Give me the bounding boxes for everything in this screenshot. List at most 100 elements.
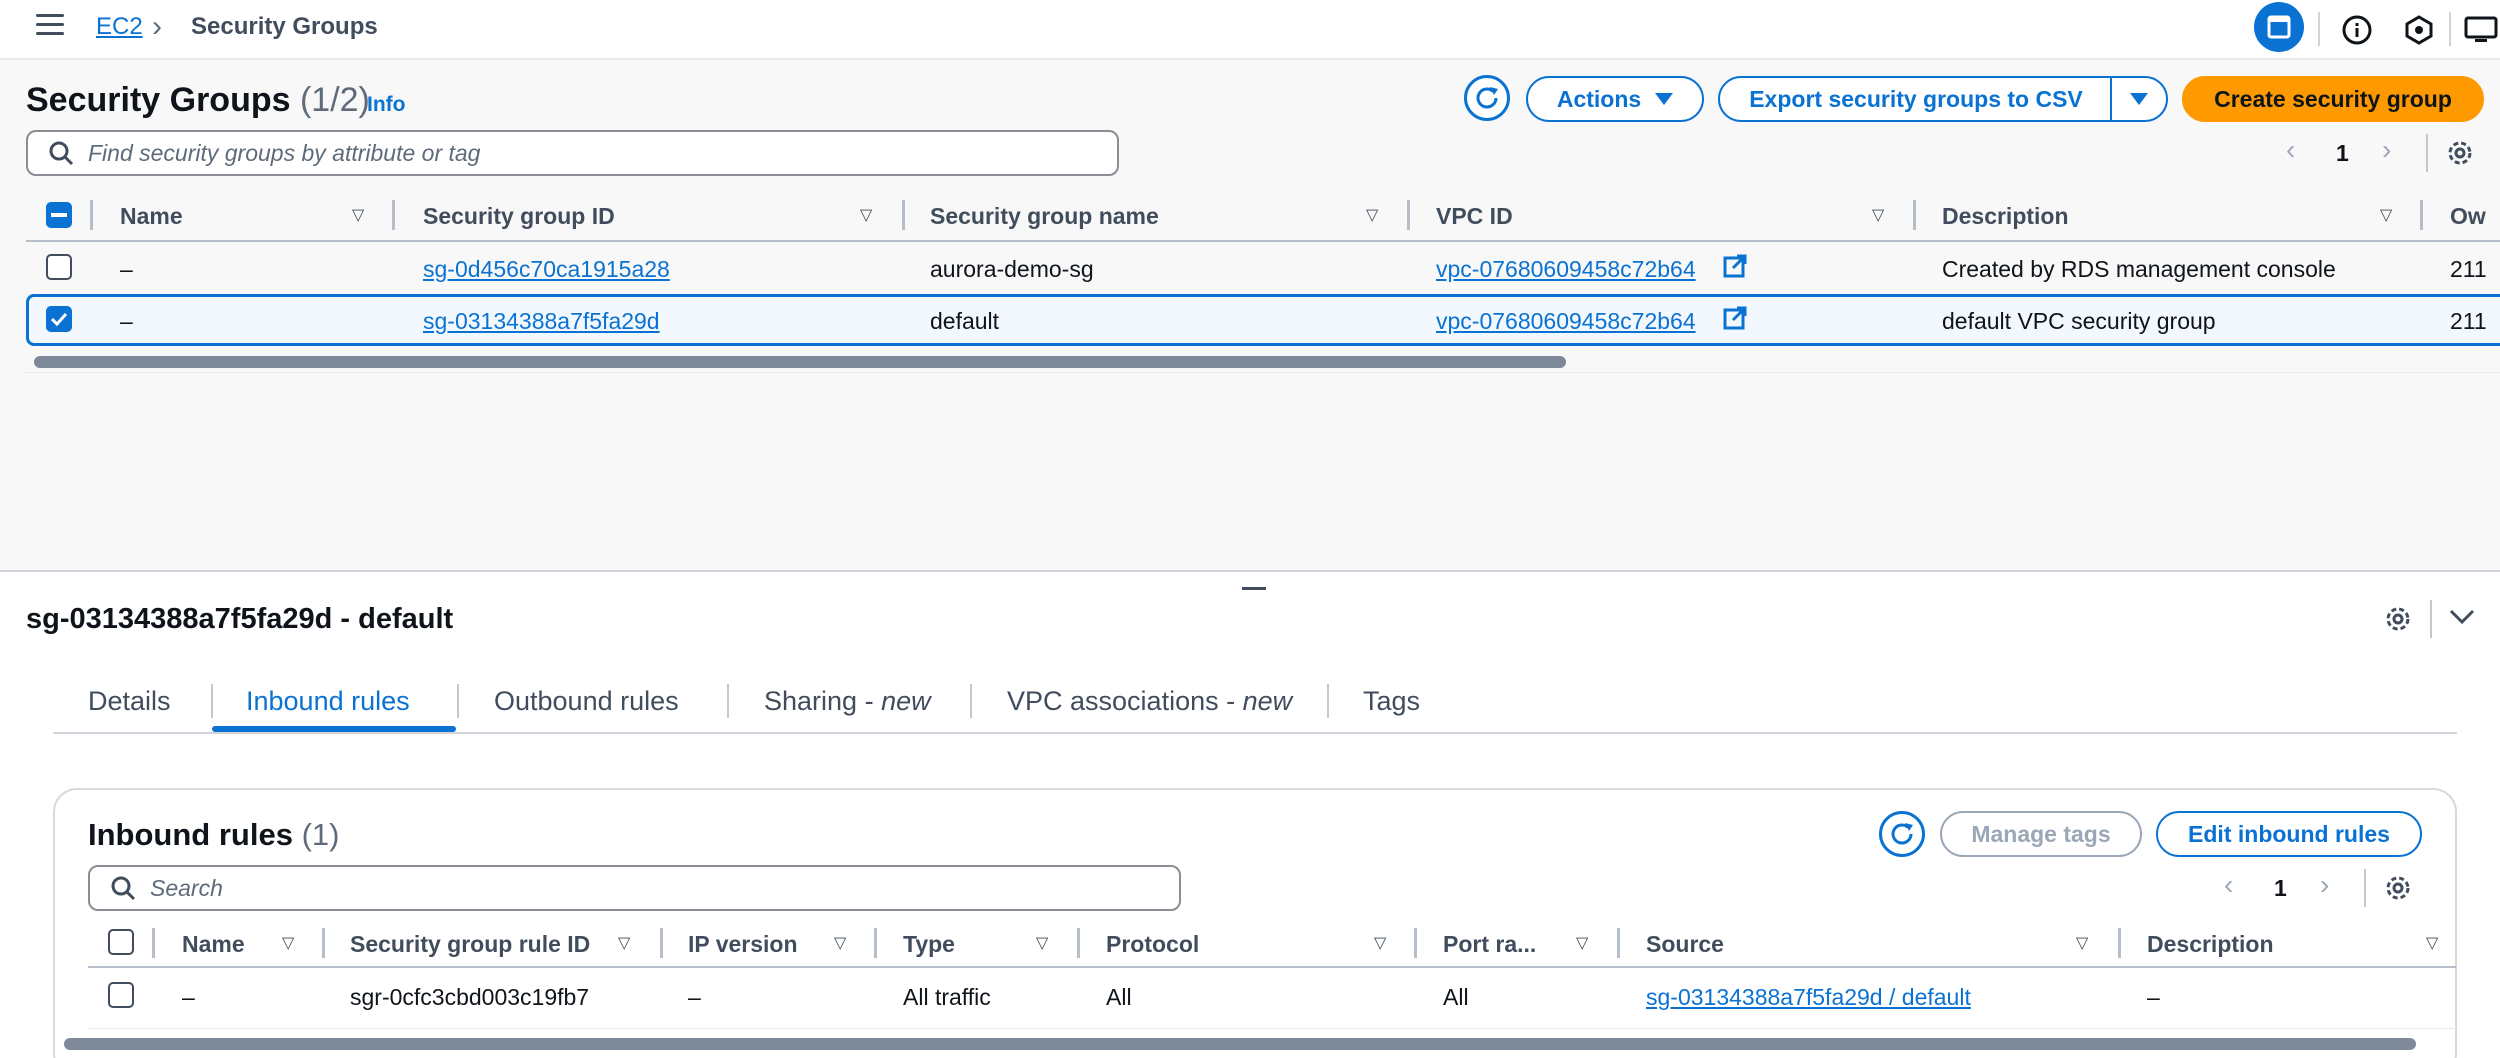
export-dropdown-button[interactable] [2110,76,2168,122]
hex-icon[interactable] [2399,10,2439,50]
page-title-text: Security Groups [26,81,291,119]
external-link-icon[interactable] [1722,305,1748,336]
inbound-column-protocol[interactable]: Protocol [1106,931,1199,958]
sort-caret-icon[interactable]: ▽ [2380,205,2392,225]
detail-settings-gear-icon[interactable] [2382,603,2414,635]
breadcrumb-separator-icon: › [152,10,162,43]
tabs-baseline [53,732,2457,734]
tab-details[interactable]: Details [88,686,171,717]
security-groups-search-input[interactable]: Find security groups by attribute or tag [26,130,1119,176]
inbound-row-source-link[interactable]: sg-03134388a7f5fa29d / default [1646,984,1971,1011]
inbound-refresh-button[interactable] [1879,811,1925,857]
inbound-current-page[interactable]: 1 [2274,875,2287,902]
select-all-checkbox[interactable] [46,202,72,228]
tab-vpc-associations-label: VPC associations - [1007,686,1243,716]
column-header-security-group-id[interactable]: Security group ID [423,203,615,230]
vpc-id-link[interactable]: vpc-07680609458c72b64 [1436,256,1696,283]
menu-icon[interactable] [36,14,64,36]
inbound-column-name[interactable]: Name [182,931,245,958]
inbound-column-port-range[interactable]: Port ra... [1443,931,1536,958]
info-icon[interactable] [2337,10,2377,50]
inbound-column-rule-id[interactable]: Security group rule ID [350,931,590,958]
collapse-chevron-icon[interactable] [2448,608,2476,631]
security-group-id-link[interactable]: sg-03134388a7f5fa29d [423,308,660,335]
previous-page-icon[interactable]: ‹ [2224,869,2233,901]
column-header-security-group-name[interactable]: Security group name [930,203,1159,230]
row-name: – [120,256,133,282]
sort-caret-icon[interactable]: ▽ [1036,933,1048,953]
inbound-row-rule-id: sgr-0cfc3cbd003c19fb7 [350,984,590,1010]
sort-caret-icon[interactable]: ▽ [1872,205,1884,225]
tab-vpc-associations[interactable]: VPC associations - new [1007,686,1292,717]
inbound-select-all-checkbox[interactable] [108,929,134,955]
external-link-icon[interactable] [1722,253,1748,284]
actions-label: Actions [1556,85,1642,112]
row-owner: 211 [2450,256,2487,282]
column-divider [902,200,905,230]
refresh-button[interactable] [1464,75,1510,121]
row-checkbox-checked[interactable] [46,306,72,332]
tab-tags[interactable]: Tags [1363,686,1420,717]
sort-caret-icon[interactable]: ▽ [2076,933,2088,953]
sort-caret-icon[interactable]: ▽ [860,205,872,225]
resize-handle-icon[interactable] [1242,587,1266,590]
sort-caret-icon[interactable]: ▽ [352,205,364,225]
create-security-group-button[interactable]: Create security group [2182,76,2484,122]
column-divider [2420,200,2423,230]
inbound-column-source[interactable]: Source [1646,931,1724,958]
row-group-name: default [930,308,1000,334]
column-header-vpc-id[interactable]: VPC ID [1436,203,1513,230]
tab-inbound-rules[interactable]: Inbound rules [246,686,410,717]
inbound-row-checkbox[interactable] [108,982,134,1008]
inbound-rules-search-input[interactable]: Search [88,865,1181,911]
export-csv-button[interactable]: Export security groups to CSV [1718,76,2114,122]
tab-sharing[interactable]: Sharing - new [764,686,931,717]
page-title: Security Groups (1/2) [26,81,370,120]
column-divider [1617,928,1620,958]
sort-caret-icon[interactable]: ▽ [2426,933,2438,953]
monitor-icon[interactable] [2462,10,2500,50]
inbound-column-description[interactable]: Description [2147,931,2274,958]
inbound-column-type[interactable]: Type [903,931,955,958]
actions-button[interactable]: Actions [1526,76,1704,122]
vpc-id-link[interactable]: vpc-07680609458c72b64 [1436,308,1696,335]
current-page[interactable]: 1 [2336,140,2349,167]
info-link[interactable]: Info [367,93,405,117]
horizontal-scrollbar[interactable] [34,356,1566,368]
table-bottom-divider [26,372,2500,373]
column-header-owner[interactable]: Ow [2450,203,2486,230]
pager-divider [2364,869,2366,907]
edit-inbound-rules-button[interactable]: Edit inbound rules [2156,811,2422,857]
tab-divider [211,684,213,718]
sort-caret-icon[interactable]: ▽ [282,933,294,953]
previous-page-icon[interactable]: ‹ [2286,134,2295,166]
inbound-rules-title-text: Inbound rules [88,817,293,852]
inbound-column-ip-version[interactable]: IP version [688,931,798,958]
column-divider [322,928,325,958]
preferences-gear-icon[interactable] [2444,137,2476,169]
inbound-row-type: All traffic [903,984,991,1010]
breadcrumb-ec2-link[interactable]: EC2 [96,13,143,41]
inbound-horizontal-scrollbar[interactable] [64,1038,2416,1050]
column-header-name[interactable]: Name [120,203,183,230]
tab-outbound-rules[interactable]: Outbound rules [494,686,679,717]
sort-caret-icon[interactable]: ▽ [1576,933,1588,953]
column-divider [1407,200,1410,230]
inbound-preferences-gear-icon[interactable] [2382,872,2414,904]
window-icon[interactable] [2254,2,2304,52]
sort-caret-icon[interactable]: ▽ [1374,933,1386,953]
security-group-id-link[interactable]: sg-0d456c70ca1915a28 [423,256,670,283]
next-page-icon[interactable]: › [2382,134,2391,166]
inbound-row-port-range: All [1443,984,1469,1010]
sort-caret-icon[interactable]: ▽ [834,933,846,953]
sort-caret-icon[interactable]: ▽ [618,933,630,953]
row-checkbox[interactable] [46,254,72,280]
sort-caret-icon[interactable]: ▽ [1366,205,1378,225]
row-description: default VPC security group [1942,308,2216,334]
split-panel-divider [0,570,2500,572]
column-header-description[interactable]: Description [1942,203,2069,230]
column-divider [392,200,395,230]
manage-tags-button[interactable]: Manage tags [1940,811,2142,857]
next-page-icon[interactable]: › [2320,869,2329,901]
row-owner: 211 [2450,308,2487,334]
